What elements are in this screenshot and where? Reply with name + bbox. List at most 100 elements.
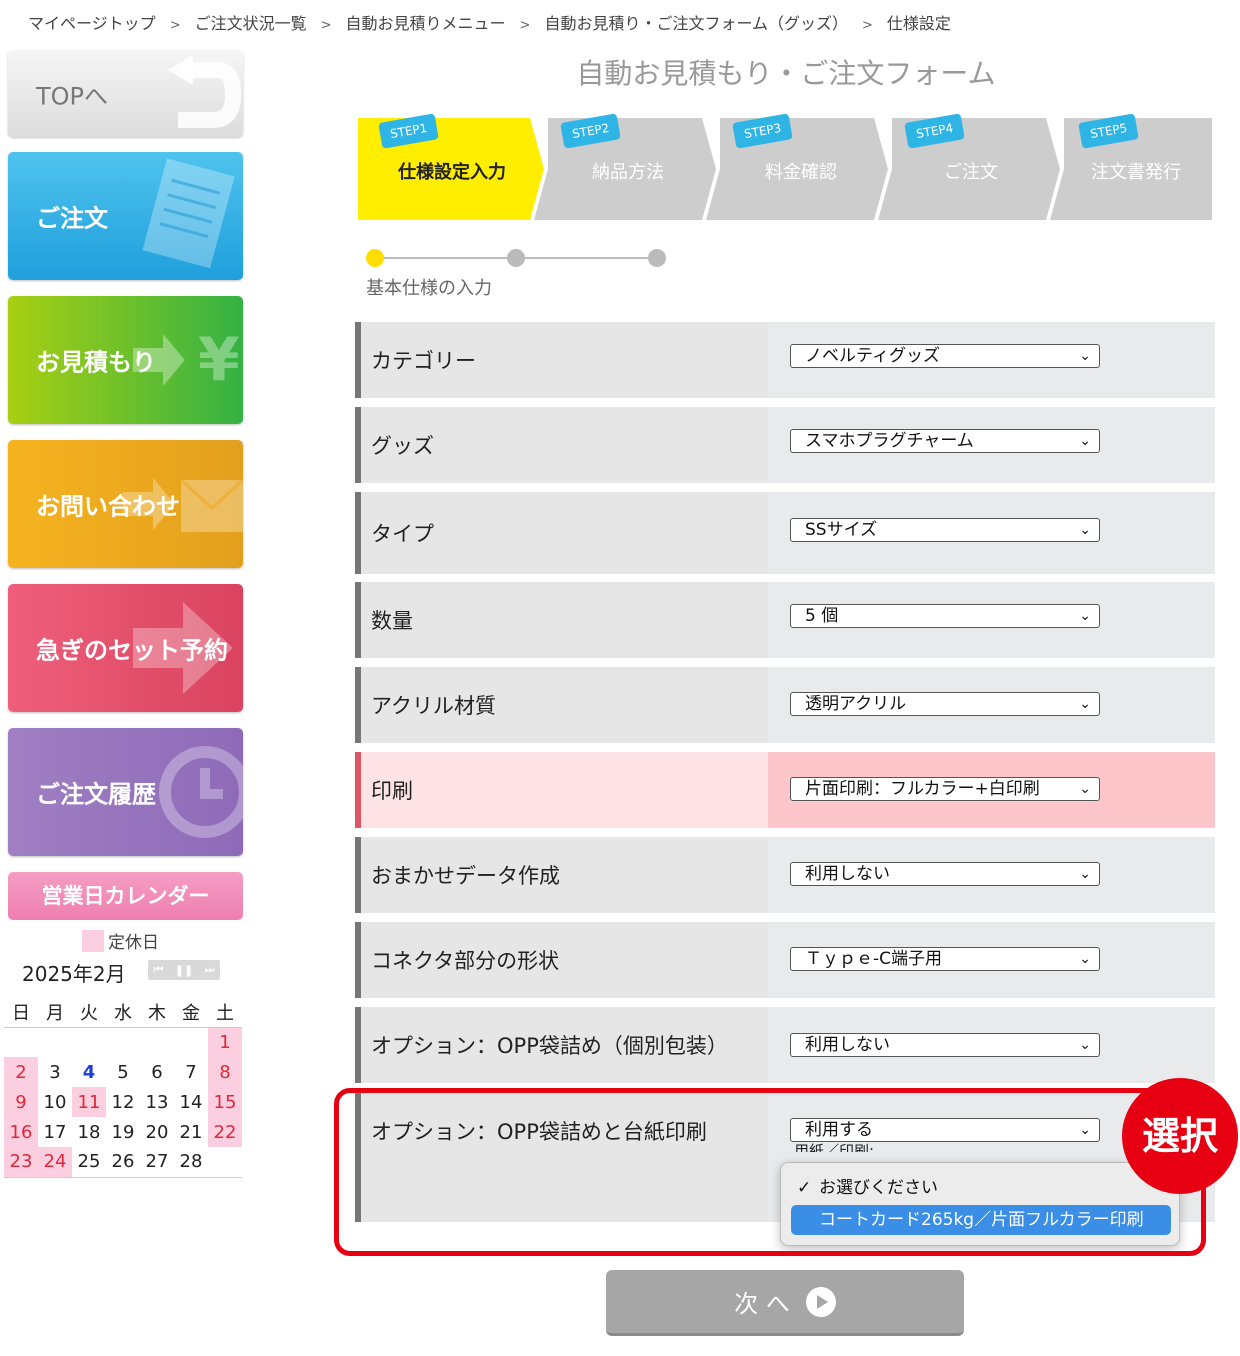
calendar-day: 17 xyxy=(43,1121,67,1143)
holiday-swatch xyxy=(82,929,104,952)
calendar-empty-cell xyxy=(38,1027,72,1057)
sub-progress xyxy=(366,248,666,268)
weekday-header: 木 xyxy=(140,997,174,1028)
next-button[interactable]: 次 へ xyxy=(606,1270,964,1336)
chevron-down-icon: ⌄ xyxy=(1079,696,1091,712)
type-select[interactable]: SSサイズ ⌄ xyxy=(790,518,1100,542)
calendar-day: 21 xyxy=(179,1121,203,1143)
opp-individual-select[interactable]: 利用しない ⌄ xyxy=(790,1033,1100,1057)
printing-select[interactable]: 片面印刷：フルカラー+白印刷 ⌄ xyxy=(790,777,1100,801)
calendar-day: 9 xyxy=(4,1087,38,1117)
form-row-type: タイプ SSサイズ ⌄ xyxy=(355,492,1215,574)
acrylic-select[interactable]: 透明アクリル ⌄ xyxy=(790,692,1100,716)
calendar-day: 1 xyxy=(208,1027,242,1057)
breadcrumb-separator: > xyxy=(169,18,181,33)
row-label: グッズ xyxy=(355,407,768,483)
select-value: 利用しない xyxy=(805,1035,890,1055)
calendar-prev-icon[interactable]: ⏮ xyxy=(154,963,164,977)
connector-select[interactable]: Ｔｙｐｅ-C端子用 ⌄ xyxy=(790,947,1100,971)
breadcrumb-goods-form-link[interactable]: 自動お見積り・ご注文フォーム（グッズ） xyxy=(544,10,848,34)
select-callout-badge: 選択 xyxy=(1122,1078,1238,1194)
weekday-header: 月 xyxy=(38,997,72,1028)
category-select[interactable]: ノベルティグッズ ⌄ xyxy=(790,344,1100,368)
calendar-empty-cell xyxy=(174,1027,208,1057)
calendar-day: 25 xyxy=(72,1147,106,1178)
next-button-label: 次 へ xyxy=(734,1290,790,1318)
calendar-day: 26 xyxy=(106,1147,140,1178)
breadcrumb-current: 仕様設定 xyxy=(886,14,951,33)
sidebar-contact-button[interactable]: お問い合わせ xyxy=(8,440,243,568)
breadcrumb-mypage-link[interactable]: マイページトップ xyxy=(28,10,156,34)
select-value: ノベルティグッズ xyxy=(805,346,940,366)
document-icon xyxy=(142,158,235,269)
select-value: 5 個 xyxy=(805,606,839,626)
quantity-select[interactable]: 5 個 ⌄ xyxy=(790,604,1100,628)
highlight-frame xyxy=(334,1088,1206,1256)
calendar-day: 10 xyxy=(43,1091,67,1113)
step-1-label: 仕様設定入力 xyxy=(398,162,506,183)
calendar-day: 6 xyxy=(151,1061,163,1083)
form-row-category: カテゴリー ノベルティグッズ ⌄ xyxy=(355,322,1215,398)
weekday-header: 日 xyxy=(4,997,38,1028)
form-row-data-creation: おまかせデータ作成 利用しない ⌄ xyxy=(355,837,1215,913)
holiday-legend: 定休日 xyxy=(82,928,159,953)
calendar-day: 12 xyxy=(111,1091,135,1113)
form-row-quantity: 数量 5 個 ⌄ xyxy=(355,582,1215,658)
sidebar-contact-label: お問い合わせ xyxy=(36,492,180,521)
sidebar-rush-button[interactable]: 急ぎのセット予約 xyxy=(8,584,243,712)
sidebar-history-button[interactable]: ご注文履歴 xyxy=(8,728,243,856)
breadcrumb-separator: > xyxy=(519,18,531,33)
calendar-empty-cell xyxy=(72,1027,106,1057)
holiday-legend-label: 定休日 xyxy=(108,933,159,953)
row-label: コネクタ部分の形状 xyxy=(355,922,768,998)
step-2-label: 納品方法 xyxy=(592,162,664,183)
calendar-empty-cell xyxy=(140,1027,174,1057)
calendar-day: 18 xyxy=(77,1121,101,1143)
calendar-day: 19 xyxy=(111,1121,135,1143)
progress-dot xyxy=(648,249,666,267)
business-calendar-title: 営業日カレンダー xyxy=(8,872,243,920)
chevron-down-icon: ⌄ xyxy=(1079,951,1091,967)
form-row-goods: グッズ スマホプラグチャーム ⌄ xyxy=(355,407,1215,483)
row-label: タイプ xyxy=(355,492,768,574)
step-4-label: ご注文 xyxy=(944,162,998,183)
calendar-current-icon[interactable]: ❚❚ xyxy=(175,964,193,977)
calendar-day: 15 xyxy=(208,1087,242,1117)
goods-select[interactable]: スマホプラグチャーム ⌄ xyxy=(790,429,1100,453)
row-label: カテゴリー xyxy=(355,322,768,398)
calendar-day: 3 xyxy=(49,1061,61,1083)
calendar-empty-cell xyxy=(208,1147,242,1178)
calendar-day: 14 xyxy=(179,1091,203,1113)
breadcrumb-order-status-link[interactable]: ご注文状況一覧 xyxy=(195,10,307,34)
calendar-next-icon[interactable]: ⏭ xyxy=(204,963,214,977)
chevron-down-icon: ⌄ xyxy=(1079,348,1091,364)
calendar-nav[interactable]: ⏮ ❚❚ ⏭ xyxy=(148,960,220,980)
form-row-opp-individual: オプション：OPP袋詰め（個別包装） 利用しない ⌄ xyxy=(355,1007,1215,1083)
calendar-day: 8 xyxy=(208,1057,242,1087)
calendar-month: 2025年2月 xyxy=(22,962,126,986)
form-row-connector: コネクタ部分の形状 Ｔｙｐｅ-C端子用 ⌄ xyxy=(355,922,1215,998)
calendar-day: 4 xyxy=(82,1061,96,1083)
row-label: 印刷 xyxy=(355,752,768,828)
sidebar-quote-button[interactable]: お見積もり ¥ xyxy=(8,296,243,424)
step-5-label: 注文書発行 xyxy=(1091,162,1181,183)
row-label: アクリル材質 xyxy=(355,667,768,743)
calendar-day: 5 xyxy=(117,1061,129,1083)
data-creation-select[interactable]: 利用しない ⌄ xyxy=(790,862,1100,886)
calendar-day: 7 xyxy=(185,1061,197,1083)
chevron-down-icon: ⌄ xyxy=(1079,522,1091,538)
breadcrumb-separator: > xyxy=(861,18,873,33)
sidebar-top-button[interactable]: TOPへ xyxy=(8,50,243,137)
chevron-down-icon: ⌄ xyxy=(1079,866,1091,882)
select-value: 片面印刷：フルカラー+白印刷 xyxy=(805,779,1040,799)
sidebar-top-label: TOPへ xyxy=(36,82,109,110)
weekday-header: 土 xyxy=(208,997,242,1028)
select-value: 利用しない xyxy=(805,864,890,884)
play-circle-icon xyxy=(805,1286,836,1317)
breadcrumb-quote-menu-link[interactable]: 自動お見積りメニュー xyxy=(346,10,506,34)
step-indicator: STEP1 STEP2 STEP3 STEP4 STEP5 仕様設定入力 納品方… xyxy=(358,113,1212,220)
sidebar-order-button[interactable]: ご注文 xyxy=(8,152,243,280)
calendar-empty-cell xyxy=(4,1027,38,1057)
progress-dot xyxy=(507,249,525,267)
sidebar-rush-label: 急ぎのセット予約 xyxy=(36,636,228,665)
